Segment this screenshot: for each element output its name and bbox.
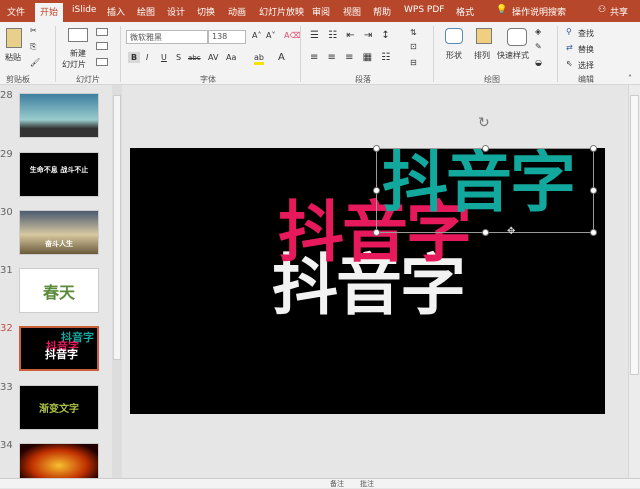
paste-icon[interactable] bbox=[6, 28, 22, 48]
tab-file[interactable]: 文件 bbox=[7, 5, 25, 18]
group-label-drawing: 绘图 bbox=[484, 75, 500, 84]
tab-review[interactable]: 审阅 bbox=[312, 5, 330, 18]
slide-thumbnail-33[interactable]: 渐变文字 bbox=[19, 385, 99, 430]
tab-islide[interactable]: iSlide bbox=[72, 5, 96, 15]
slide-thumbnail-32[interactable]: 抖音字 抖音字 抖音字 bbox=[19, 326, 99, 371]
shapes-icon[interactable] bbox=[445, 28, 463, 44]
align-buttons[interactable]: ≡ ≡ ≡ ▦ ☷ bbox=[310, 52, 393, 63]
cut-icon[interactable]: ✂ bbox=[30, 26, 37, 35]
slide-thumbnail-pane: 28 29 生命不息 战斗不止 30 奋斗人生 31 春天 32 抖音字 抖音字… bbox=[0, 85, 112, 488]
slide-thumbnail-28[interactable] bbox=[19, 93, 99, 138]
collapse-ribbon-icon[interactable]: ˄ bbox=[628, 74, 632, 83]
slide-number: 28 bbox=[0, 90, 13, 101]
align-text-icon[interactable]: ⊡ bbox=[410, 42, 417, 51]
move-cursor-icon: ✥ bbox=[507, 226, 516, 237]
format-painter-icon[interactable]: 🖌 bbox=[30, 58, 40, 67]
reset-icon[interactable] bbox=[96, 42, 108, 50]
ribbon: 粘贴 ✂ ⎘ 🖌 剪贴板 新建 幻灯片 幻灯片 微软雅黑 138 A˄ A˅ A… bbox=[0, 22, 640, 85]
font-size-select[interactable]: 138 bbox=[208, 30, 246, 44]
font-name-select[interactable]: 微软雅黑 bbox=[126, 30, 208, 44]
change-case-button[interactable]: Aa bbox=[226, 53, 236, 62]
slide-number: 32 bbox=[0, 323, 13, 334]
clear-format-icon[interactable]: A⌫ bbox=[284, 31, 301, 40]
shape-fill-icon[interactable]: ◈ bbox=[535, 27, 541, 36]
new-slide-label[interactable]: 幻灯片 bbox=[62, 59, 86, 70]
tab-design[interactable]: 设计 bbox=[167, 5, 185, 18]
slide-thumbnail-30[interactable]: 奋斗人生 bbox=[19, 210, 99, 255]
slide-thumbnail-31[interactable]: 春天 bbox=[19, 268, 99, 313]
user-icon: ⚇ bbox=[598, 5, 607, 15]
smartart-icon[interactable]: ⊟ bbox=[410, 58, 417, 67]
font-color-button[interactable]: A bbox=[278, 52, 285, 63]
underline-button[interactable]: U bbox=[161, 53, 167, 62]
group-label-paragraph: 段落 bbox=[355, 75, 371, 84]
group-label-clipboard: 剪贴板 bbox=[6, 75, 30, 84]
tab-help[interactable]: 帮助 bbox=[373, 5, 391, 18]
increase-font-icon[interactable]: A˄ bbox=[252, 31, 261, 40]
find-button[interactable]: 查找 bbox=[578, 28, 594, 39]
tab-draw[interactable]: 绘图 bbox=[137, 5, 155, 18]
replace-button[interactable]: 替换 bbox=[578, 44, 594, 55]
thumb-white-text: 抖音字 bbox=[45, 348, 78, 361]
group-label-slides: 幻灯片 bbox=[76, 75, 100, 84]
highlight-icon[interactable]: ab bbox=[254, 53, 264, 65]
quick-styles-icon[interactable] bbox=[507, 28, 527, 46]
strikethrough-button[interactable]: abc bbox=[188, 54, 201, 62]
italic-button[interactable]: I bbox=[146, 53, 148, 62]
tab-slideshow[interactable]: 幻灯片放映 bbox=[259, 5, 304, 18]
thumbnail-scrollbar[interactable] bbox=[112, 85, 122, 478]
char-spacing-button[interactable]: AV bbox=[208, 53, 218, 62]
list-buttons[interactable]: ☰ ☷ ⇤ ⇥ ↕ bbox=[310, 30, 393, 41]
status-bar: 备注 批注 bbox=[0, 478, 640, 488]
tab-insert[interactable]: 插入 bbox=[107, 5, 125, 18]
tab-transitions[interactable]: 切换 bbox=[197, 5, 215, 18]
rotate-handle-icon[interactable]: ↻ bbox=[478, 115, 490, 131]
arrange-button[interactable]: 排列 bbox=[474, 50, 490, 61]
editor-scrollbar[interactable] bbox=[628, 85, 640, 478]
shape-effects-icon[interactable]: ◒ bbox=[535, 58, 542, 67]
select-icon: ⇖ bbox=[566, 59, 573, 68]
group-label-editing: 编辑 bbox=[578, 75, 594, 84]
replace-icon: ⇄ bbox=[566, 43, 573, 52]
quick-styles-button[interactable]: 快速样式 bbox=[497, 50, 529, 61]
layout-icon[interactable] bbox=[96, 28, 108, 36]
tab-home[interactable]: 开始 bbox=[35, 3, 64, 22]
slide-number: 29 bbox=[0, 149, 13, 160]
slide-thumbnail-29[interactable]: 生命不息 战斗不止 bbox=[19, 152, 99, 197]
text-direction-icon[interactable]: ⇅ bbox=[410, 28, 417, 37]
share-button[interactable]: 共享 bbox=[610, 5, 628, 18]
slide-number: 31 bbox=[0, 265, 13, 276]
paste-button[interactable]: 粘贴 bbox=[5, 52, 21, 63]
slide-number: 30 bbox=[0, 207, 13, 218]
tab-wps-pdf[interactable]: WPS PDF bbox=[404, 5, 444, 15]
ribbon-tab-bar: 文件 开始 iSlide 插入 绘图 设计 切换 动画 幻灯片放映 审阅 视图 … bbox=[0, 0, 640, 22]
tell-me-search[interactable]: 操作说明搜索 bbox=[512, 5, 566, 18]
find-icon: ⚲ bbox=[566, 27, 572, 36]
arrange-icon[interactable] bbox=[476, 28, 492, 44]
lightbulb-icon: 💡 bbox=[496, 5, 508, 15]
shadow-button[interactable]: S bbox=[176, 53, 181, 62]
decrease-font-icon[interactable]: A˅ bbox=[266, 31, 275, 40]
bold-button[interactable]: B bbox=[128, 52, 141, 63]
tab-view[interactable]: 视图 bbox=[343, 5, 361, 18]
selection-box[interactable] bbox=[373, 145, 597, 236]
slide-number: 33 bbox=[0, 382, 13, 393]
group-label-font: 字体 bbox=[200, 75, 216, 84]
new-slide-button[interactable]: 新建 bbox=[70, 48, 86, 59]
slide-number: 34 bbox=[0, 440, 13, 451]
copy-icon[interactable]: ⎘ bbox=[30, 42, 36, 52]
section-icon[interactable] bbox=[96, 58, 108, 66]
shape-outline-icon[interactable]: ✎ bbox=[535, 42, 542, 51]
shapes-button[interactable]: 形状 bbox=[446, 50, 462, 61]
new-slide-icon[interactable] bbox=[68, 28, 88, 42]
select-button[interactable]: 选择 bbox=[578, 60, 594, 71]
tab-animations[interactable]: 动画 bbox=[228, 5, 246, 18]
tab-format[interactable]: 格式 bbox=[456, 5, 474, 18]
